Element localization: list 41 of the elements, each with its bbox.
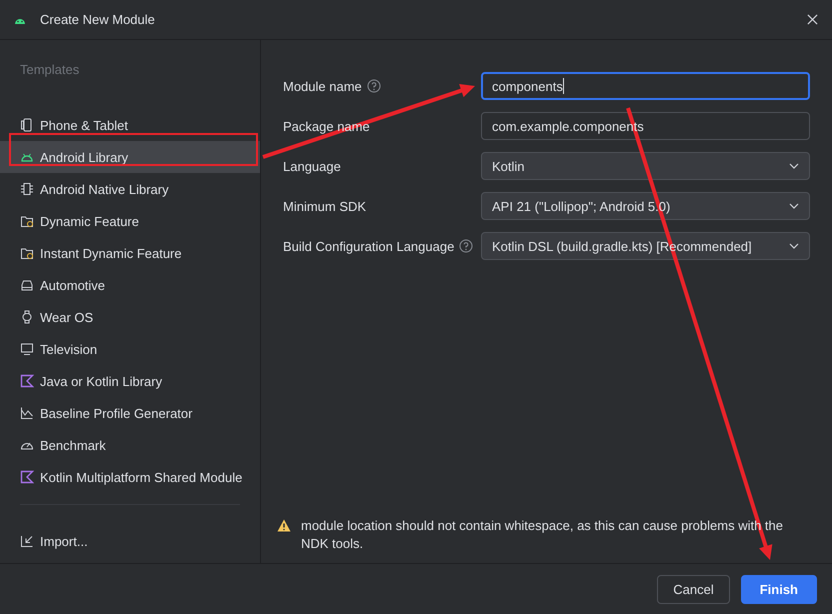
template-item[interactable]: Android Library: [0, 141, 260, 173]
kotlin-icon: [20, 374, 34, 388]
template-item[interactable]: Android Native Library: [0, 173, 260, 205]
folder-icon: [20, 214, 34, 228]
close-icon[interactable]: [807, 14, 818, 25]
chevron-down-icon: [789, 203, 799, 209]
import-item[interactable]: Import...: [0, 525, 260, 557]
template-item[interactable]: Instant Dynamic Feature: [0, 237, 260, 269]
chip-icon: [20, 182, 34, 196]
cancel-button[interactable]: Cancel: [657, 574, 730, 604]
monitor-icon: [20, 342, 34, 356]
field-label: Language: [283, 158, 341, 174]
template-item[interactable]: Television: [0, 333, 260, 365]
help-icon[interactable]: [366, 79, 381, 93]
help-icon[interactable]: [459, 239, 474, 253]
template-item[interactable]: Java or Kotlin Library: [0, 365, 260, 397]
car-icon: [20, 278, 34, 292]
chevron-down-icon: [789, 163, 799, 169]
import-icon: [20, 534, 34, 548]
kotlin-icon: [20, 470, 34, 484]
dropdown[interactable]: Kotlin: [481, 152, 810, 180]
template-item[interactable]: Baseline Profile Generator: [0, 397, 260, 429]
field-label: Minimum SDK: [283, 198, 366, 214]
text-field[interactable]: components: [481, 72, 810, 100]
field-label: Module name: [283, 78, 362, 94]
field-label: Build Configuration Language: [283, 238, 454, 254]
folder-icon: [20, 246, 34, 260]
window-title: Create New Module: [40, 12, 155, 27]
watch-icon: [20, 310, 34, 324]
sidebar-heading: Templates: [19, 61, 80, 79]
chevron-down-icon: [789, 243, 799, 249]
template-item[interactable]: Phone & Tablet: [0, 109, 260, 141]
warning-icon: [277, 519, 291, 532]
template-item[interactable]: Wear OS: [0, 301, 260, 333]
finish-button[interactable]: Finish: [740, 574, 817, 604]
phone-icon: [20, 118, 34, 132]
template-item[interactable]: Benchmark: [0, 429, 260, 461]
chart-icon: [20, 406, 34, 420]
template-item[interactable]: Dynamic Feature: [0, 205, 260, 237]
template-item[interactable]: Kotlin Multiplatform Shared Module: [0, 461, 260, 493]
template-item[interactable]: Automotive: [0, 269, 260, 301]
